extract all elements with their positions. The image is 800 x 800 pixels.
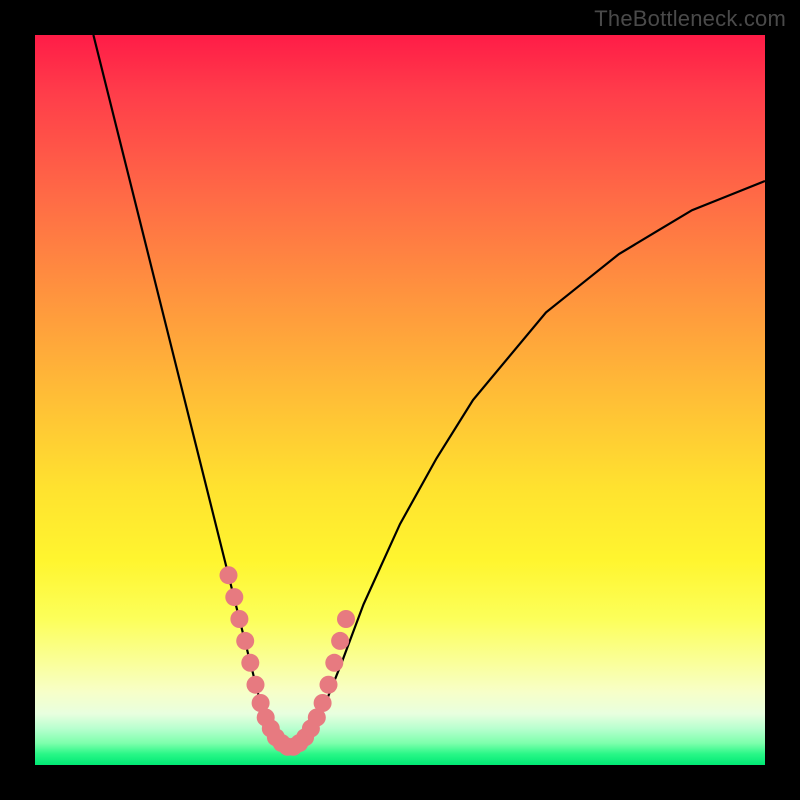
highlight-dot [325,654,343,672]
watermark-text: TheBottleneck.com [594,6,786,32]
highlight-dot [314,694,332,712]
chart-frame: TheBottleneck.com [0,0,800,800]
bottleneck-curve [93,35,765,750]
highlight-dots [220,566,356,756]
highlight-dot [320,676,338,694]
highlight-dot [236,632,254,650]
highlight-dot [247,676,265,694]
highlight-dot [225,588,243,606]
curve-svg [35,35,765,765]
highlight-dot [241,654,259,672]
plot-area [35,35,765,765]
highlight-dot [331,632,349,650]
highlight-dot [230,610,248,628]
highlight-dot [220,566,238,584]
highlight-dot [337,610,355,628]
